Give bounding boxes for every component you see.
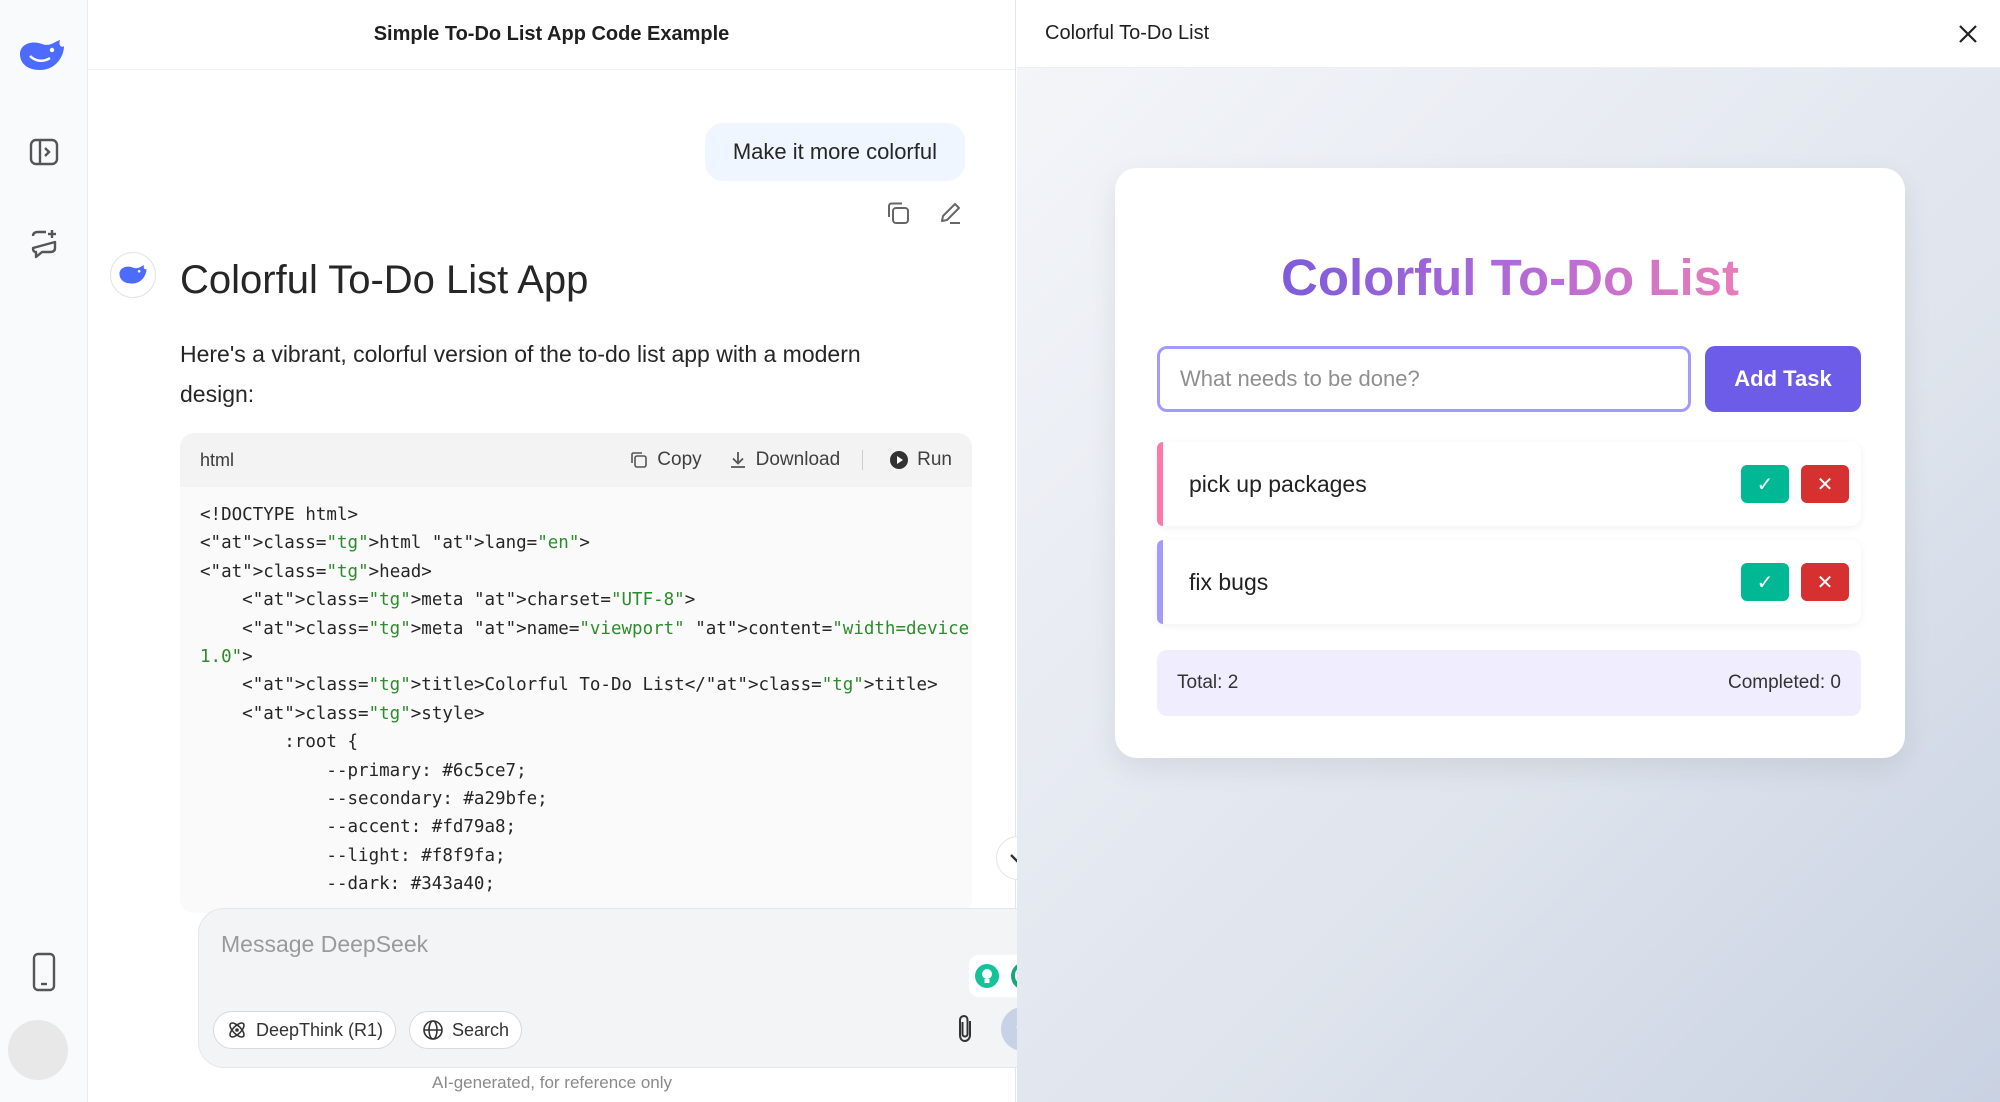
- code-block: html Copy Download Run <!DOCTYPE html> <…: [180, 433, 972, 913]
- code-line: --secondary: #a29bfe;: [200, 789, 548, 810]
- todo-app-heading: Colorful To-Do List: [1115, 248, 1905, 307]
- search-label: Search: [452, 1019, 510, 1040]
- code-line: --primary: #6c5ce7;: [200, 760, 527, 781]
- close-icon: [1959, 25, 1977, 43]
- total-count: Total: 2: [1177, 672, 1239, 693]
- delete-task-button[interactable]: ✕: [1801, 563, 1849, 601]
- paperclip-icon: [959, 1014, 971, 1043]
- preview-header: Colorful To-Do List: [1017, 0, 2000, 68]
- delete-task-button[interactable]: ✕: [1801, 465, 1849, 503]
- copy-code-icon: [631, 452, 648, 468]
- message-composer[interactable]: Message DeepSeek DeepThink (R1) Search: [198, 908, 1060, 1068]
- code-line: <"at">class="tg">meta "at">charset="UTF-…: [200, 590, 696, 611]
- divider: [862, 450, 864, 470]
- left-rail: [0, 0, 88, 1102]
- preview-title: Colorful To-Do List: [1045, 22, 1210, 44]
- edit-icon[interactable]: [935, 198, 965, 228]
- globe-icon: [423, 1020, 443, 1040]
- code-content: <!DOCTYPE html> <"at">class="tg">html "a…: [180, 487, 972, 913]
- completed-count: Completed: 0: [1727, 672, 1841, 693]
- task-input[interactable]: [1157, 346, 1691, 412]
- code-line: --light: #f8f9fa;: [200, 845, 506, 866]
- user-message: Make it more colorful: [704, 123, 965, 181]
- new-chat-icon[interactable]: [22, 222, 66, 266]
- search-toggle[interactable]: Search: [409, 1011, 523, 1049]
- complete-task-button[interactable]: ✓: [1741, 465, 1789, 503]
- mobile-app-icon[interactable]: [22, 950, 66, 994]
- code-line: <"at">class="tg">html "at">lang="en">: [200, 533, 590, 554]
- atom-icon: [229, 1022, 245, 1038]
- run-code-button[interactable]: Run: [889, 449, 952, 471]
- code-line: :root {: [200, 732, 359, 753]
- copy-code-label: Copy: [657, 449, 702, 470]
- code-line: 1.0">: [200, 647, 253, 668]
- task-accent-bar: [1157, 540, 1163, 624]
- message-actions: [883, 198, 965, 228]
- preview-panel: Colorful To-Do List Colorful To-Do List …: [1017, 0, 2000, 1102]
- download-code-button[interactable]: Download: [728, 449, 841, 471]
- chat-title: Simple To-Do List App Code Example: [88, 0, 1015, 70]
- code-line: --dark: #343a40;: [200, 874, 496, 895]
- lightbulb-icon: [975, 964, 999, 988]
- deepthink-toggle[interactable]: DeepThink (R1): [213, 1011, 397, 1049]
- task-text: pick up packages: [1189, 470, 1367, 497]
- disclaimer-text: AI-generated, for reference only: [431, 1073, 673, 1092]
- todo-app-card: Colorful To-Do List Add Task pick up pac…: [1115, 168, 1905, 758]
- code-line: <"at">class="tg">head>: [200, 561, 432, 582]
- answer-heading: Colorful To-Do List App: [180, 258, 589, 302]
- code-line: <"at">class="tg">meta "at">name="viewpor…: [200, 618, 972, 639]
- deepseek-logo-icon[interactable]: [14, 28, 70, 84]
- complete-task-button[interactable]: ✓: [1741, 563, 1789, 601]
- answer-paragraph: Here's a vibrant, colorful version of th…: [180, 341, 861, 407]
- task-accent-bar: [1157, 442, 1163, 526]
- code-line: <"at">class="tg">style>: [200, 703, 485, 724]
- task-stats: Total: 2 Completed: 0: [1157, 650, 1861, 716]
- chat-panel: Simple To-Do List App Code Example Make …: [88, 0, 1098, 1102]
- sidebar-toggle-icon[interactable]: [22, 130, 66, 174]
- run-code-label: Run: [917, 449, 952, 470]
- task-text: fix bugs: [1189, 568, 1269, 595]
- attach-file-button[interactable]: [947, 1011, 983, 1047]
- task-item: fix bugs ✓ ✕: [1157, 540, 1861, 624]
- code-block-header: html Copy Download Run: [180, 433, 972, 487]
- preview-canvas: Colorful To-Do List Add Task pick up pac…: [1017, 68, 2000, 1102]
- message-input[interactable]: Message DeepSeek: [221, 931, 428, 958]
- copy-code-button[interactable]: Copy: [629, 449, 702, 471]
- copy-icon[interactable]: [883, 198, 913, 228]
- deepthink-label: DeepThink (R1): [256, 1019, 384, 1040]
- close-preview-button[interactable]: [1946, 12, 1990, 56]
- assistant-avatar-icon: [110, 252, 156, 298]
- add-task-button[interactable]: Add Task: [1705, 346, 1861, 412]
- todo-heading-text: Colorful To-Do List: [1281, 249, 1739, 306]
- play-icon: [890, 451, 909, 469]
- code-line: <!DOCTYPE html>: [200, 505, 359, 525]
- task-item: pick up packages ✓ ✕: [1157, 442, 1861, 526]
- code-line: <"at">class="tg">title>Colorful To-Do Li…: [200, 675, 938, 696]
- user-avatar[interactable]: [8, 1020, 68, 1080]
- download-code-label: Download: [755, 449, 841, 470]
- code-language: html: [200, 449, 235, 470]
- code-line: --accent: #fd79a8;: [200, 817, 517, 838]
- download-icon: [730, 452, 745, 468]
